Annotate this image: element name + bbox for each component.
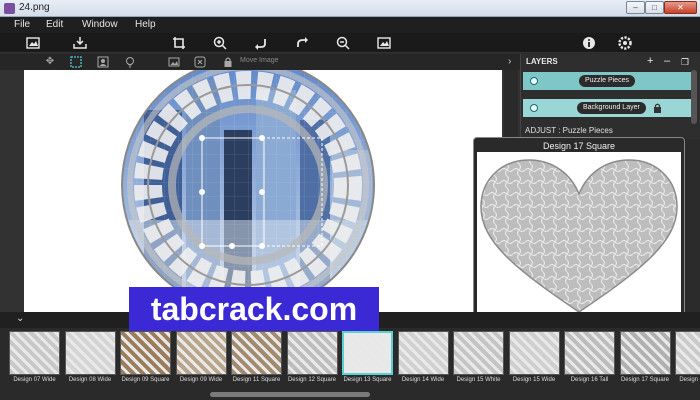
title-bar: 24.png – □ ✕	[0, 0, 700, 17]
layer-label: Puzzle Pieces	[579, 75, 635, 87]
design-label: Design 16 Tall	[570, 377, 609, 383]
design-preview-image	[120, 331, 171, 375]
design-label: Design 13 Square	[343, 377, 392, 383]
design-preview-image	[9, 331, 60, 375]
layer-lock-icon[interactable]	[653, 103, 662, 115]
portrait-icon[interactable]	[97, 56, 109, 68]
visibility-toggle[interactable]	[530, 77, 538, 85]
design-thumbnail[interactable]: Design 12 Square	[286, 331, 339, 399]
design-preview-image	[564, 331, 615, 375]
design-preview-image	[508, 331, 560, 375]
design-label: Design 09 Wide	[179, 377, 223, 383]
design-label: Design 11 Square	[232, 377, 281, 383]
settings-icon[interactable]	[618, 36, 632, 50]
menu-window[interactable]: Window	[82, 19, 118, 30]
design-label: Design 12 Square	[287, 377, 337, 383]
close-circle-icon[interactable]	[194, 56, 206, 68]
design-thumbnail[interactable]: Design 09 Wide	[175, 331, 228, 399]
design-preview-image	[175, 331, 227, 375]
design-thumbnail[interactable]: Design 14 Wide	[397, 331, 450, 399]
layers-scrollbar[interactable]	[691, 70, 697, 124]
select-rect-icon[interactable]	[70, 56, 82, 68]
design-thumbnail[interactable]: Design 15 Wide	[508, 331, 561, 399]
remove-layer-button[interactable]: –	[664, 55, 670, 67]
move-icon[interactable]: ✥	[44, 56, 56, 68]
design-preview-image	[397, 331, 449, 375]
design-preview-image	[64, 331, 116, 375]
image-canvas[interactable]	[24, 70, 502, 312]
design-label: Design 17 Square	[620, 377, 670, 383]
design-label: Design 08 Wide	[68, 377, 112, 383]
window-title: 24.png	[19, 2, 50, 13]
main-toolbar	[0, 33, 700, 53]
puzzle-artwork[interactable]	[24, 70, 502, 312]
design-preview-image	[675, 331, 700, 375]
info-icon[interactable]	[582, 36, 596, 50]
design-preview-image	[286, 331, 338, 375]
zoom-in-icon[interactable]	[213, 36, 227, 50]
design-thumbnail[interactable]: Design 07 Wide	[8, 331, 61, 399]
collapse-strip-button[interactable]: ⌄	[16, 313, 24, 324]
design-preview-image	[453, 331, 504, 375]
visibility-toggle[interactable]	[530, 104, 538, 112]
designs-scrollbar[interactable]	[210, 392, 370, 397]
crop-icon[interactable]	[172, 36, 186, 50]
fit-image-icon[interactable]	[377, 36, 391, 50]
design-preview-image	[619, 331, 671, 375]
redo-icon[interactable]	[295, 36, 309, 50]
image-icon[interactable]	[26, 36, 40, 50]
preview-title: Design 17 Square	[542, 141, 616, 151]
design-thumbnail[interactable]: Design 15 White	[452, 331, 505, 399]
close-button[interactable]: ✕	[664, 1, 697, 14]
design-label: Design 15 Wide	[512, 377, 556, 383]
zoom-out-icon[interactable]	[336, 36, 350, 50]
menu-help[interactable]: Help	[135, 19, 156, 30]
menu-file[interactable]: File	[14, 19, 30, 30]
menu-edit[interactable]: Edit	[46, 19, 63, 30]
canvas-area	[0, 70, 520, 312]
design-thumbnails: Design 07 Wide Design 08 Wide Design 09 Sq…	[0, 328, 700, 400]
layer-label: Background Layer	[577, 102, 646, 114]
watermark-text: tabcrack.com	[129, 287, 379, 331]
layer-row-background[interactable]: Background Layer	[523, 99, 691, 117]
layer-row-puzzle-pieces[interactable]: Puzzle Pieces	[523, 72, 691, 90]
layers-panel: LAYERS + – ❐ Puzzle Pieces Background La…	[520, 54, 700, 139]
design-thumbnail[interactable]: Design 11 Square	[230, 331, 283, 399]
design-thumbnail[interactable]: Design 16 Tall	[563, 331, 616, 399]
design-preview-image	[342, 331, 393, 375]
menu-bar: File Edit Window Help	[0, 17, 700, 33]
design-thumbnail[interactable]: Design 13 Square	[341, 331, 394, 399]
adjust-label: ADJUST : Puzzle Pieces	[525, 126, 613, 135]
app-icon	[4, 3, 15, 14]
design-preview-image	[231, 331, 282, 375]
duplicate-layer-button[interactable]: ❐	[681, 57, 689, 68]
design-thumbnail[interactable]: Design 17 Wide	[674, 331, 700, 399]
app-window: 24.png – □ ✕ File Edit Window Help ✥ Mov…	[0, 0, 700, 400]
image-frame-icon[interactable]	[168, 56, 180, 68]
add-layer-button[interactable]: +	[647, 55, 653, 67]
maximize-button[interactable]: □	[645, 1, 664, 14]
design-label: Design 14 Wide	[401, 377, 445, 383]
secondary-toolbar: ✥ Move Image ›	[0, 54, 520, 70]
undo-icon[interactable]	[254, 36, 268, 50]
design-label: Design 17 Wide	[679, 377, 700, 383]
save-icon[interactable]	[72, 36, 87, 50]
preview-image	[477, 152, 681, 322]
bulb-icon[interactable]	[124, 56, 136, 68]
design-label: Design 15 White	[456, 377, 501, 383]
expand-panel-button[interactable]: ›	[508, 56, 511, 67]
design-preview-popup: Design 17 Square	[473, 137, 685, 325]
minimize-button[interactable]: –	[626, 1, 645, 14]
layers-header: LAYERS	[526, 57, 558, 66]
design-thumbnail[interactable]: Design 08 Wide	[64, 331, 117, 399]
design-label: Design 09 Square	[121, 377, 170, 383]
design-thumbnail[interactable]: Design 17 Square	[619, 331, 672, 399]
design-thumbnail[interactable]: Design 09 Square	[119, 331, 172, 399]
lock-icon[interactable]	[222, 56, 234, 68]
move-image-label: Move Image	[240, 57, 279, 64]
design-label: Design 07 Wide	[13, 377, 56, 383]
